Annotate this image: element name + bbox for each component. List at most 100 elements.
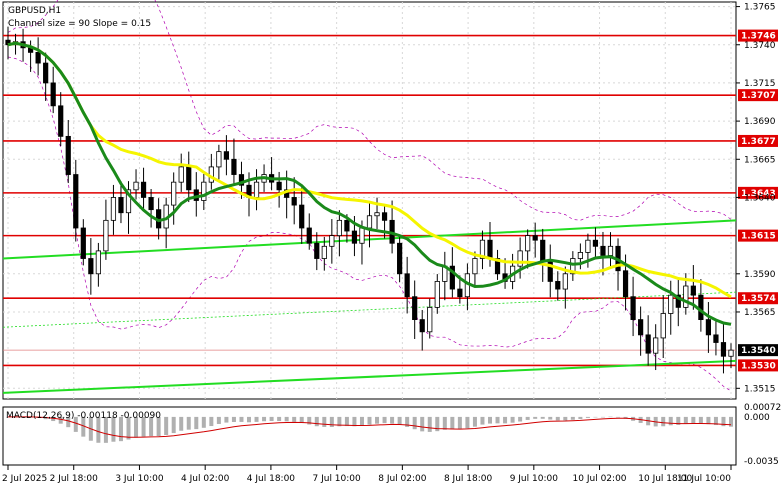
level-label: 1.3677	[741, 137, 776, 147]
macd-bar	[510, 416, 515, 423]
macd-bar	[344, 416, 349, 427]
macd-bar	[427, 416, 432, 432]
candle-down	[645, 334, 651, 354]
time-tick-label: 2 Jul 18:00	[50, 474, 99, 484]
candle-up	[577, 252, 583, 259]
macd-bar	[390, 416, 395, 424]
macd-bar	[329, 416, 334, 427]
macd-bar	[277, 416, 282, 422]
macd-bar	[352, 416, 357, 427]
candle-down	[638, 319, 644, 336]
candle-up	[95, 250, 101, 275]
price-tick-label: 1.3590	[744, 270, 776, 280]
time-tick-label: 3 Jul 10:00	[115, 474, 164, 484]
macd-bar	[231, 416, 236, 422]
time-axis: 2 Jul 2025 2 Jul 18:00 3 Jul 10:00 4 Jul 02…	[2, 465, 732, 484]
candle-down	[592, 239, 599, 247]
candle-down	[404, 273, 410, 298]
macd-bar	[382, 416, 387, 424]
candle-down	[457, 288, 463, 298]
candle-down	[600, 245, 606, 256]
time-tick-label: 4 Jul 18:00	[247, 474, 296, 484]
candle-up	[562, 273, 568, 290]
macd-bar	[525, 416, 530, 420]
candle-up	[110, 197, 117, 221]
candle-down	[50, 82, 56, 107]
macd-tick-label: -0.0035	[744, 457, 779, 467]
macd-bar	[691, 416, 696, 424]
macd-bar	[284, 416, 289, 422]
candle-down	[344, 219, 350, 232]
macd-bar	[164, 416, 169, 436]
candle-up	[336, 219, 342, 237]
candle-down	[88, 258, 94, 275]
macd-bar	[683, 416, 688, 424]
macd-bar	[171, 416, 176, 434]
candle-down	[487, 239, 493, 259]
macd-bar	[518, 416, 523, 422]
candle-up	[253, 181, 260, 198]
candle-down	[698, 294, 704, 320]
macd-bar	[578, 416, 583, 420]
macd-bar	[367, 416, 372, 425]
macd-bar	[314, 416, 319, 427]
macd-bar	[668, 416, 673, 426]
candle-down	[532, 235, 538, 241]
macd-bar	[661, 416, 666, 427]
candle-down	[720, 342, 727, 357]
macd-bar	[608, 416, 613, 418]
macd-bar	[555, 416, 560, 421]
candle-up	[366, 215, 373, 229]
macd-bar	[600, 416, 605, 418]
macd-bar	[480, 416, 485, 425]
candle-down	[299, 204, 305, 229]
macd-bar	[322, 416, 327, 427]
candle-up	[653, 337, 659, 354]
candle-down	[276, 181, 282, 191]
macd-bar	[729, 416, 733, 427]
candle-up	[171, 181, 177, 206]
candle-down	[381, 212, 388, 221]
macd-bar	[450, 416, 455, 430]
price-chart: 1.37461.37071.36771.36431.36151.35741.35…	[2, 0, 781, 484]
candle-down	[291, 197, 297, 206]
candle-down	[419, 319, 425, 333]
macd-bar	[186, 416, 191, 430]
candle-up	[216, 151, 222, 168]
macd-bar	[495, 416, 500, 424]
macd-bar	[216, 416, 221, 424]
price-tick-label: 1.3665	[744, 155, 776, 165]
level-label: 1.3707	[741, 91, 776, 101]
candle-down	[622, 270, 629, 298]
time-tick-label: 11 Jul 10:00	[677, 474, 731, 484]
macd-bar	[585, 416, 590, 418]
candle-up	[668, 294, 674, 314]
candle-down	[397, 242, 403, 275]
macd-bar	[201, 416, 206, 428]
macd-bar	[472, 416, 477, 427]
macd-bar	[465, 416, 470, 429]
time-tick-label: 7 Jul 10:00	[313, 474, 362, 484]
candle-down	[186, 166, 192, 191]
macd-bar	[570, 416, 575, 420]
time-tick-label: 9 Jul 10:00	[510, 474, 559, 484]
macd-bar	[262, 416, 267, 422]
candle-down	[705, 319, 712, 336]
candle-up	[472, 258, 478, 275]
time-tick-label: 8 Jul 02:00	[378, 474, 427, 484]
price-tick-label: 1.3765	[744, 3, 776, 13]
macd-bar	[359, 416, 364, 426]
level-label: 1.3615	[741, 232, 776, 242]
macd-bar	[488, 416, 492, 424]
price-tick-label: 1.3565	[744, 308, 776, 318]
candle-down	[306, 227, 312, 244]
candle-down	[314, 242, 320, 259]
price-tick-label: 1.3515	[744, 384, 776, 394]
macd-bar	[503, 416, 508, 424]
candle-down	[73, 174, 79, 229]
macd-bar	[412, 416, 417, 430]
candle-down	[713, 334, 719, 343]
macd-bar	[397, 416, 402, 425]
candle-up	[728, 349, 734, 357]
macd-bar	[209, 416, 214, 427]
